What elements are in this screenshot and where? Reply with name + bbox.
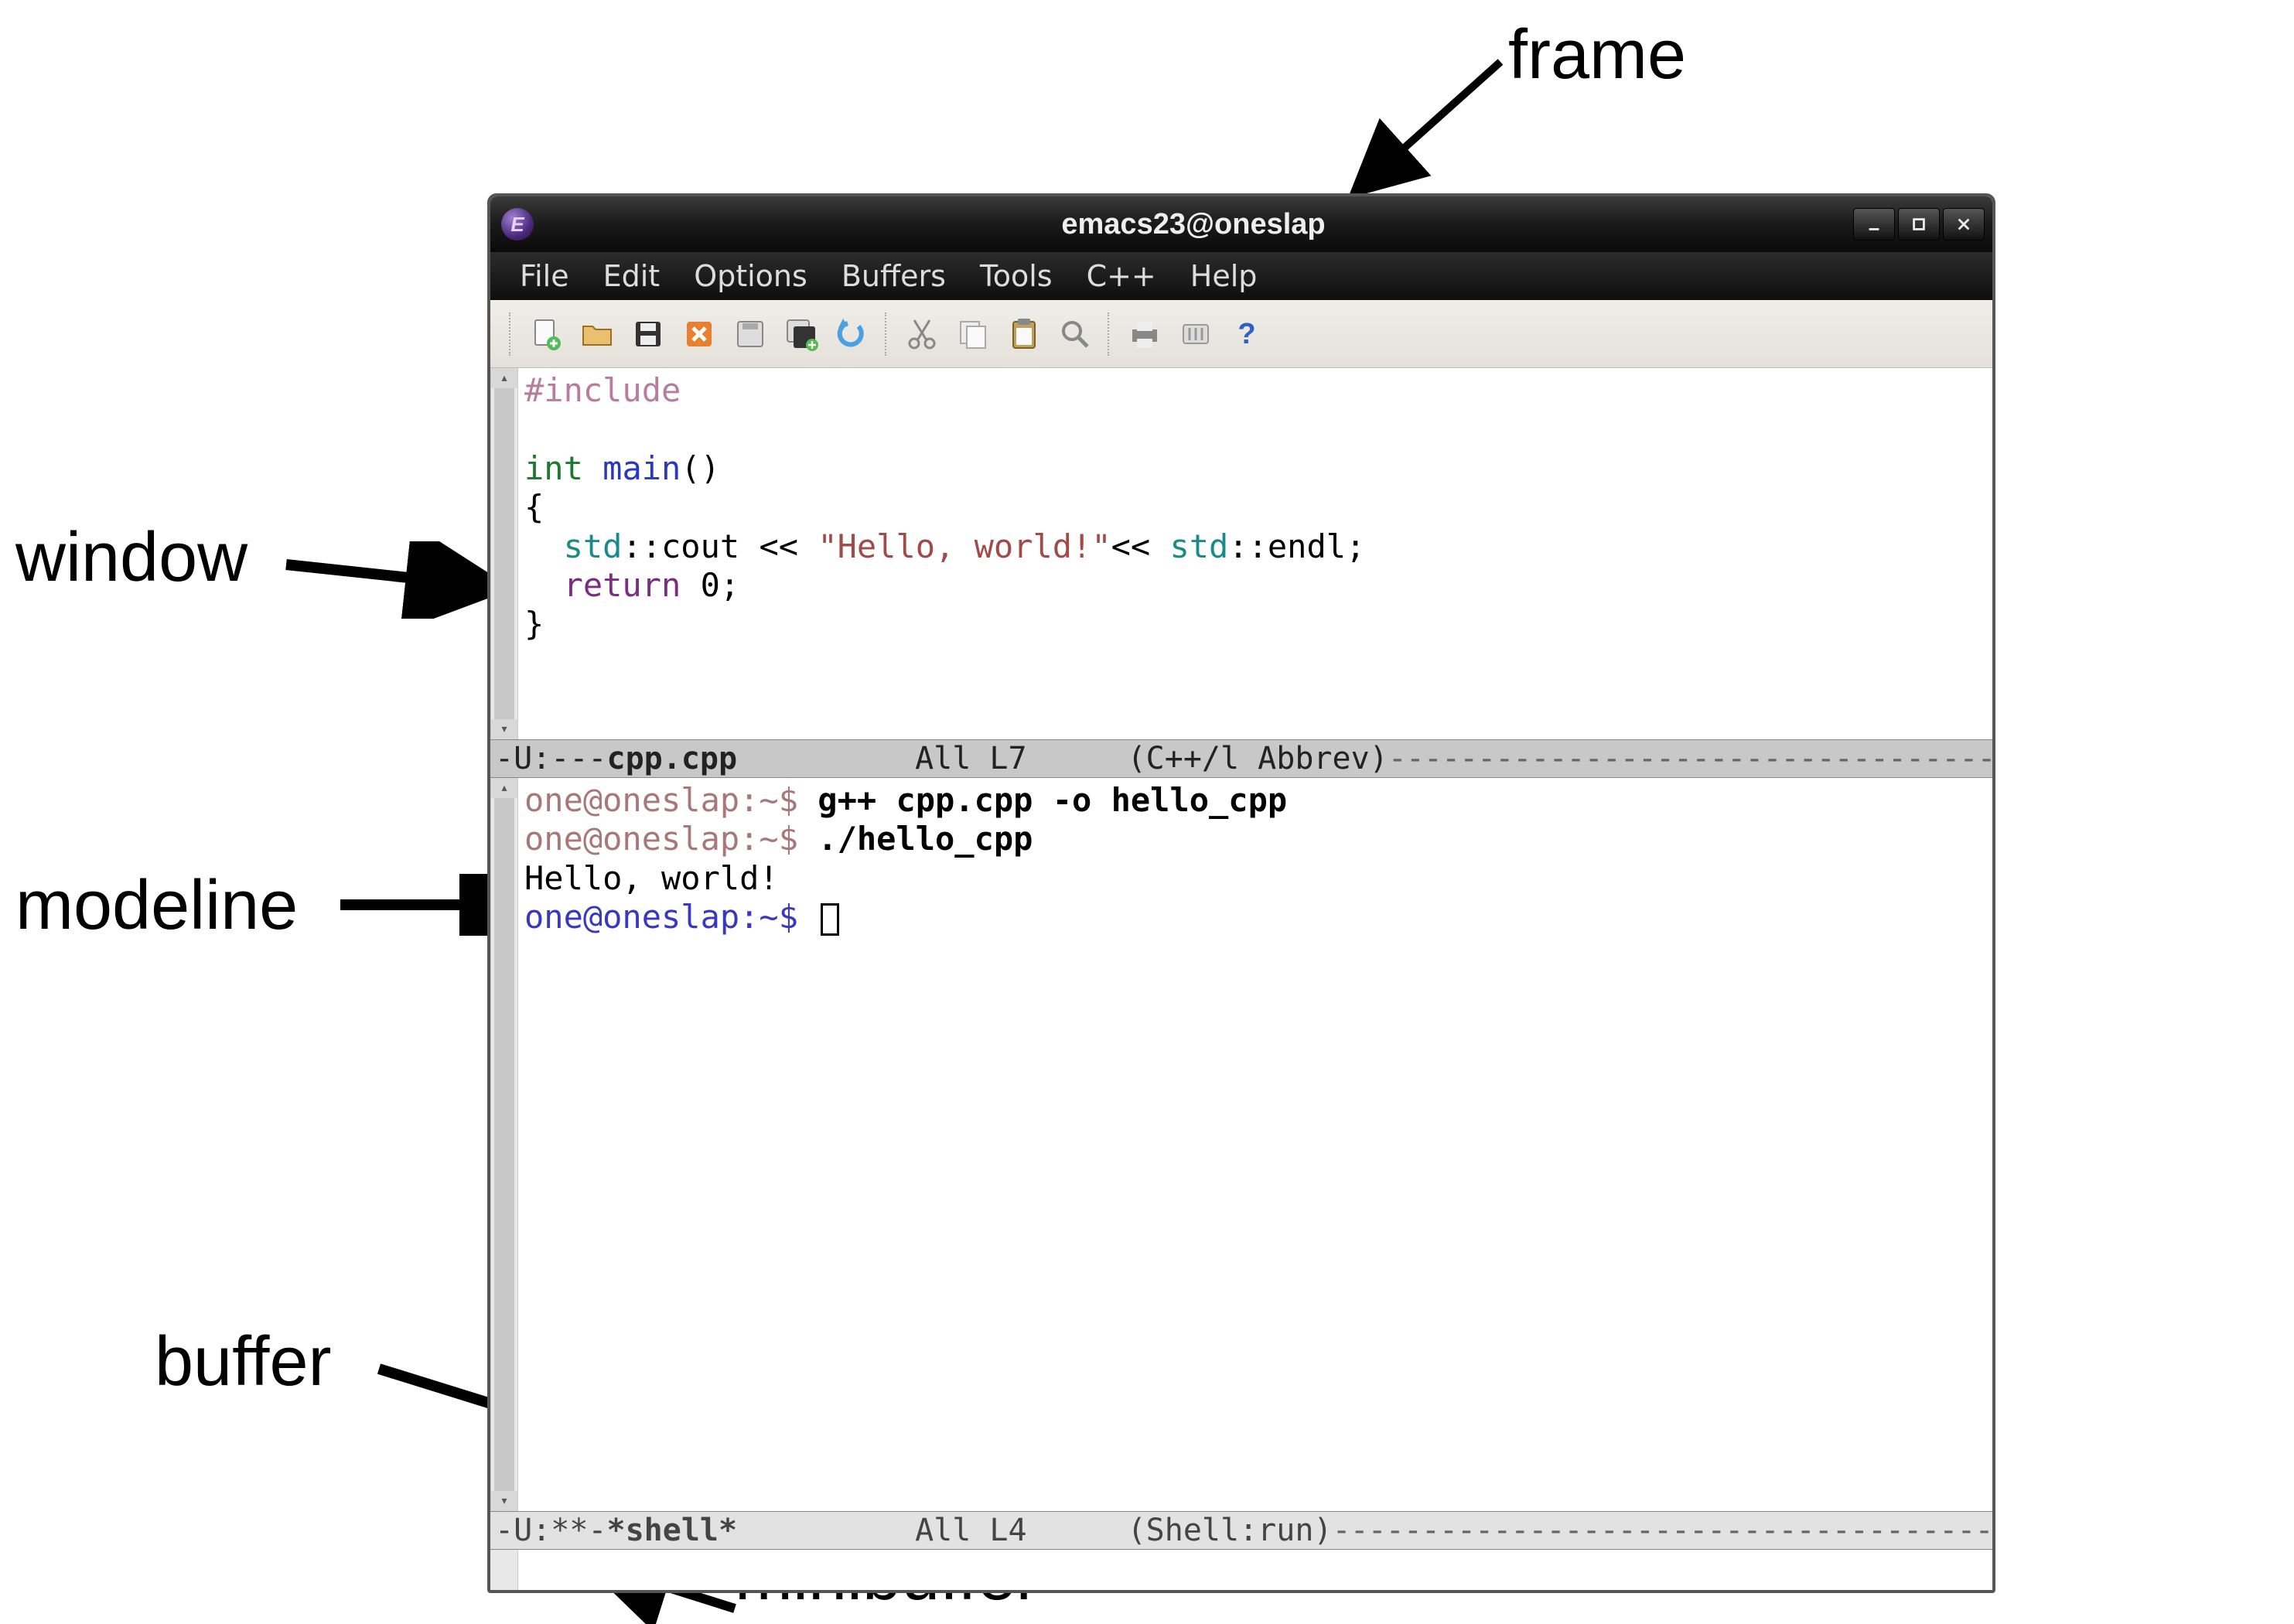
code-window[interactable]: ▴ ▾ #include int main() { std::cout << "… [490,368,1992,739]
close-button[interactable] [1943,208,1985,241]
maximize-button[interactable] [1898,208,1940,241]
search-icon[interactable] [1052,311,1098,357]
menu-file[interactable]: File [507,256,582,296]
copy-icon[interactable] [950,311,996,357]
emacs-frame: E emacs23@oneslap File Edit Options Buff… [487,193,1995,1593]
modeline-shell[interactable]: -U:**- *shell* All L4 (Shell:run)---------… [490,1511,1992,1550]
annotation-frame: frame [1508,15,1686,95]
scroll-down-icon[interactable]: ▾ [491,719,517,739]
save-icon[interactable] [625,311,671,357]
shell-buffer-content[interactable]: one@oneslap:~$ g++ cpp.cpp -o hello_cpp … [518,778,1992,1511]
window-controls [1853,208,1985,241]
modeline-coding: -U: [495,740,551,777]
save-all-icon[interactable] [778,311,824,357]
toolbar: ? [490,300,1992,368]
open-folder-icon[interactable] [574,311,620,357]
menu-tools[interactable]: Tools [968,256,1065,296]
modeline-fill: ---------------------------------------- [1332,1512,1992,1549]
minibuffer-content[interactable] [518,1550,1992,1590]
shell-window[interactable]: ▴ ▾ one@oneslap:~$ g++ cpp.cpp -o hello_… [490,778,1992,1511]
scrollbar[interactable]: ▴ ▾ [490,368,518,739]
arrow-frame [1323,46,1516,209]
scroll-thumb[interactable] [494,798,514,1491]
titlebar[interactable]: E emacs23@oneslap [490,196,1992,252]
cut-icon[interactable] [899,311,945,357]
scroll-up-icon[interactable]: ▴ [491,778,517,798]
annotation-modeline: modeline [15,866,298,946]
modeline-position: All L4 [915,1512,1027,1549]
menu-edit[interactable]: Edit [591,256,673,296]
editor-area: ▴ ▾ #include int main() { std::cout << "… [490,368,1992,1590]
close-icon[interactable] [676,311,722,357]
minimize-button[interactable] [1853,208,1895,241]
toolbar-separator [1108,312,1112,356]
code-buffer-content[interactable]: #include int main() { std::cout << "Hell… [518,368,1992,739]
modeline-modified: --- [551,740,606,777]
new-file-icon[interactable] [523,311,569,357]
modeline-coding: -U: [495,1512,551,1549]
undo-icon[interactable] [829,311,876,357]
scrollbar[interactable]: ▴ ▾ [490,778,518,1511]
menu-options[interactable]: Options [681,256,820,296]
paste-icon[interactable] [1001,311,1047,357]
scroll-up-icon[interactable]: ▴ [491,368,517,388]
modeline-code[interactable]: -U:--- cpp.cpp All L7 (C++/l Abbrev)------… [490,739,1992,778]
menu-bar: File Edit Options Buffers Tools C++ Help [490,252,1992,300]
print-icon[interactable] [1121,311,1168,357]
modeline-buffer-name: *shell* [607,1512,738,1549]
scroll-thumb[interactable] [494,388,514,719]
window-title: emacs23@oneslap [534,208,1853,241]
help-icon[interactable]: ? [1224,311,1270,357]
customize-icon[interactable] [1173,311,1219,357]
modeline-modified: **- [551,1512,606,1549]
menu-cpp[interactable]: C++ [1074,256,1169,296]
toolbar-separator [885,312,889,356]
minibuffer-scrollbar [490,1550,518,1590]
arrow-window [278,541,518,619]
minibuffer[interactable] [490,1550,1992,1590]
annotation-buffer: buffer [155,1322,332,1402]
annotation-window: window [15,518,247,598]
scroll-down-icon[interactable]: ▾ [491,1491,517,1511]
modeline-mode: (C++/l Abbrev) [1128,740,1388,777]
save-as-icon[interactable] [727,311,773,357]
emacs-app-icon: E [501,208,534,241]
menu-buffers[interactable]: Buffers [829,256,958,296]
modeline-buffer-name: cpp.cpp [607,740,738,777]
svg-text:?: ? [1237,318,1255,350]
modeline-fill: ---------------------------------------- [1388,740,1992,777]
modeline-mode: (Shell:run) [1128,1512,1333,1549]
menu-help[interactable]: Help [1178,256,1270,296]
modeline-position: All L7 [915,740,1027,777]
toolbar-separator [509,312,514,356]
